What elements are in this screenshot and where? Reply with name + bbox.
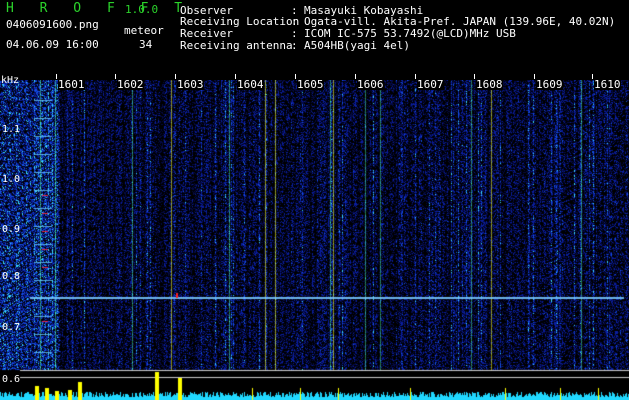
- spectrogram-canvas: [0, 80, 629, 400]
- y-tick-label-1-0: 1.0: [2, 174, 21, 185]
- hroft-spectrogram-window: H R O F F T 1.0.0 0406091600.png 04.06.0…: [0, 0, 629, 400]
- meteor-count: 34: [139, 38, 153, 51]
- y-axis-unit: kHz: [1, 75, 20, 86]
- x-tick-label-1606: 1606: [357, 78, 384, 91]
- x-tick-label-1610: 1610: [594, 78, 621, 91]
- app-title: H R O F F T: [6, 1, 192, 16]
- x-tick-label-1605: 1605: [297, 78, 324, 91]
- antenna-value: A504HB(yagi 4el): [304, 39, 410, 52]
- y-tick-label-0-9: 0.9: [2, 224, 21, 235]
- x-tick-mark: [295, 74, 296, 79]
- x-tick-label-1607: 1607: [417, 78, 444, 91]
- y-tick-label-0-8: 0.8: [2, 271, 21, 282]
- x-tick-label-1602: 1602: [117, 78, 144, 91]
- x-tick-mark: [235, 74, 236, 79]
- x-tick-label-1604: 1604: [237, 78, 264, 91]
- x-tick-label-1608: 1608: [476, 78, 503, 91]
- datetime: 04.06.09 16:00: [6, 38, 99, 51]
- x-tick-mark: [474, 74, 475, 79]
- x-tick-label-1603: 1603: [177, 78, 204, 91]
- y-tick-label-0-6: 0.6: [2, 374, 21, 385]
- y-tick-label-0-7: 0.7: [2, 322, 21, 333]
- antenna-colon: :: [291, 39, 298, 52]
- x-tick-mark: [115, 74, 116, 79]
- x-tick-mark: [534, 74, 535, 79]
- x-tick-mark: [355, 74, 356, 79]
- x-tick-label-1601: 1601: [58, 78, 85, 91]
- x-tick-mark: [415, 74, 416, 79]
- antenna-label: Receiving antenna: [180, 39, 293, 52]
- app-version: 1.0.0: [125, 3, 159, 16]
- y-tick-label-1-1: 1.1: [2, 124, 21, 135]
- x-tick-mark: [592, 74, 593, 79]
- x-tick-mark: [175, 74, 176, 79]
- meteor-label: meteor: [124, 24, 164, 37]
- filename: 0406091600.png: [6, 18, 99, 31]
- x-tick-mark: [56, 74, 57, 79]
- x-tick-label-1609: 1609: [536, 78, 563, 91]
